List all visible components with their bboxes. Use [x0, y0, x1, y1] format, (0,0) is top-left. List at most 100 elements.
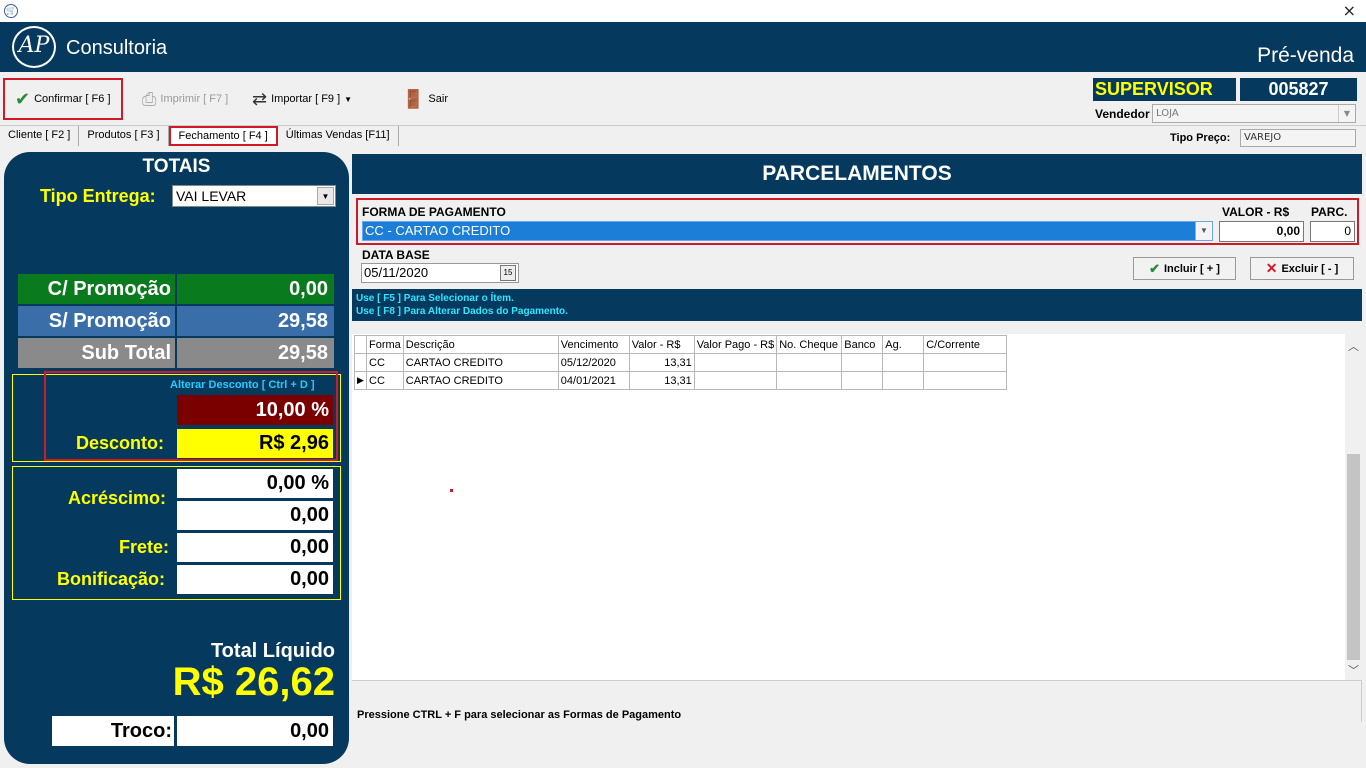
tab-produtos[interactable]: Produtos [ F3 ]: [79, 126, 169, 146]
vendedor-label: Vendedor: [1095, 107, 1150, 121]
col-banco[interactable]: Banco: [841, 335, 884, 354]
tab-ultimas-vendas[interactable]: Últimas Vendas [F11]: [278, 126, 399, 146]
cell-descricao: CARTAO CREDITO: [402, 353, 559, 372]
screen-title: Pré-venda: [1257, 44, 1354, 67]
tipo-entrega-select[interactable]: VAI LEVAR ▼: [172, 185, 336, 207]
vertical-scrollbar[interactable]: ︿ ﹀: [1345, 334, 1362, 680]
col-ag[interactable]: Ag.: [882, 335, 925, 354]
col-valor[interactable]: Valor - R$: [628, 335, 695, 354]
c-promocao-label: C/ Promoção: [18, 274, 175, 304]
col-descricao[interactable]: Descrição: [402, 335, 559, 354]
s-promocao-value: 29,58: [177, 306, 334, 336]
forma-pagamento-select[interactable]: CC - CARTAO CREDITO ▼: [362, 221, 1213, 241]
cell-vencimento: 05/12/2020: [557, 353, 630, 372]
printer-icon: ⎙: [142, 88, 157, 109]
cart-icon: 🛒: [4, 4, 18, 18]
tipo-entrega-label: Tipo Entrega:: [40, 186, 156, 206]
marker-dot: [450, 489, 453, 492]
sub-total-value: 29,58: [177, 338, 334, 368]
vendedor-select[interactable]: LOJA ▼: [1152, 104, 1356, 123]
tab-bar: Cliente [ F2 ] Produtos [ F3 ] Fechament…: [0, 126, 399, 146]
imprimir-button[interactable]: ⎙ Imprimir [ F7 ]: [142, 78, 228, 120]
cell-no-cheque: [776, 353, 843, 372]
logo-text: Consultoria: [66, 37, 168, 59]
importar-button[interactable]: ⇄ Importar [ F9 ] ▼: [252, 78, 352, 120]
col-valor-pago[interactable]: Valor Pago - R$: [693, 335, 778, 354]
imprimir-label: Imprimir [ F7 ]: [160, 93, 229, 105]
acrescimo-value[interactable]: 0,00: [177, 501, 333, 530]
alterar-desconto-link[interactable]: Alterar Desconto [ Ctrl + D ]: [170, 379, 315, 391]
excluir-button[interactable]: ✕ Excluir [ - ]: [1250, 257, 1354, 280]
cell-ag: [882, 353, 925, 372]
cell-banco: [841, 353, 884, 372]
desconto-label: Desconto:: [76, 433, 165, 453]
cell-valor-pago: [693, 353, 778, 372]
forma-pagamento-label: FORMA DE PAGAMENTO: [362, 205, 506, 219]
parcelas-table: Forma Descrição Vencimento Valor - R$ Va…: [354, 335, 1008, 390]
parcelamentos-title: PARCELAMENTOS: [352, 154, 1362, 194]
incluir-button[interactable]: ✔ Incluir [ + ]: [1133, 257, 1236, 280]
desconto-percent[interactable]: 10,00 %: [177, 395, 333, 425]
frete-value[interactable]: 0,00: [177, 533, 333, 562]
delete-x-icon: ✕: [1265, 260, 1278, 276]
exit-door-icon: 🚪: [402, 88, 425, 109]
cell-no-cheque: [776, 371, 843, 390]
parc-input[interactable]: 0: [1310, 221, 1355, 242]
table-row[interactable]: ▶ CC CARTAO CREDITO 04/01/2021 13,31: [354, 371, 1008, 390]
tipo-entrega-value: VAI LEVAR: [176, 188, 247, 204]
confirmar-button[interactable]: ✔ Confirmar [ F6 ]: [3, 78, 123, 120]
status-text: Pressione CTRL + F para selecionar as Fo…: [357, 709, 682, 721]
col-forma[interactable]: Forma: [366, 335, 404, 354]
close-icon[interactable]: ×: [1343, 1, 1356, 20]
cell-vencimento: 04/01/2021: [557, 371, 630, 390]
parcelas-grid-area: Forma Descrição Vencimento Valor - R$ Va…: [352, 334, 1362, 680]
hint-f8: Use [ F8 ] Para Alterar Dados do Pagamen…: [356, 306, 568, 317]
cell-banco: [841, 371, 884, 390]
tipo-preco-field: VAREJO: [1240, 129, 1356, 147]
parc-label: PARC.: [1311, 205, 1348, 219]
calendar-icon[interactable]: 15: [500, 265, 516, 281]
sub-total-label: Sub Total: [18, 338, 175, 368]
cell-ag: [882, 371, 925, 390]
scrollbar-thumb[interactable]: [1347, 454, 1360, 660]
troco-label: Troco:: [52, 716, 174, 746]
forma-pagamento-value: CC - CARTAO CREDITO: [365, 223, 511, 238]
valor-input[interactable]: 0,00: [1219, 221, 1304, 242]
chevron-down-icon[interactable]: ﹀: [1345, 662, 1362, 678]
bonificacao-value[interactable]: 0,00: [177, 565, 333, 594]
acrescimo-percent[interactable]: 0,00 %: [177, 469, 333, 498]
cell-forma: CC: [366, 353, 404, 372]
logo-icon: AP: [12, 26, 56, 68]
chevron-down-icon[interactable]: ▼: [1338, 105, 1355, 122]
tab-cliente[interactable]: Cliente [ F2 ]: [0, 126, 80, 146]
col-vencimento[interactable]: Vencimento: [557, 335, 630, 354]
vendedor-value: LOJA: [1156, 108, 1179, 119]
c-promocao-value: 0,00: [177, 274, 334, 304]
import-icon: ⇄: [252, 88, 268, 109]
table-row[interactable]: CC CARTAO CREDITO 05/12/2020 13,31: [354, 353, 1008, 372]
current-row-arrow-icon: ▶: [354, 371, 367, 390]
col-no-cheque[interactable]: No. Cheque: [776, 335, 843, 354]
cell-descricao: CARTAO CREDITO: [402, 371, 559, 390]
hint-bar: Use [ F5 ] Para Selecionar o Ítem. Use […: [352, 289, 1362, 321]
desconto-value[interactable]: R$ 2,96: [177, 429, 333, 458]
data-base-input[interactable]: 05/11/2020 15: [361, 263, 519, 283]
bonificacao-label: Bonificação:: [57, 569, 166, 589]
cell-c-corrente: [923, 371, 1008, 390]
col-c-corrente[interactable]: C/Corrente: [923, 335, 1008, 354]
chevron-down-icon[interactable]: ▼: [317, 187, 334, 205]
valor-label: VALOR - R$: [1222, 205, 1290, 219]
checkmark-icon: ✔: [1149, 260, 1160, 276]
cell-valor: 13,31: [628, 371, 695, 390]
excluir-label: Excluir [ - ]: [1281, 262, 1339, 275]
row-indicator: [354, 353, 367, 372]
tab-fechamento[interactable]: Fechamento [ F4 ]: [168, 126, 278, 146]
user-code: 005827: [1240, 78, 1357, 101]
chevron-down-icon[interactable]: ▼: [1195, 222, 1212, 240]
troco-value[interactable]: 0,00: [177, 716, 333, 746]
sair-button[interactable]: 🚪 Sair: [402, 78, 448, 120]
chevron-up-icon[interactable]: ︿: [1345, 338, 1362, 354]
dropdown-arrow-icon[interactable]: ▼: [344, 95, 352, 104]
s-promocao-label: S/ Promoção: [18, 306, 175, 336]
cell-forma: CC: [366, 371, 404, 390]
